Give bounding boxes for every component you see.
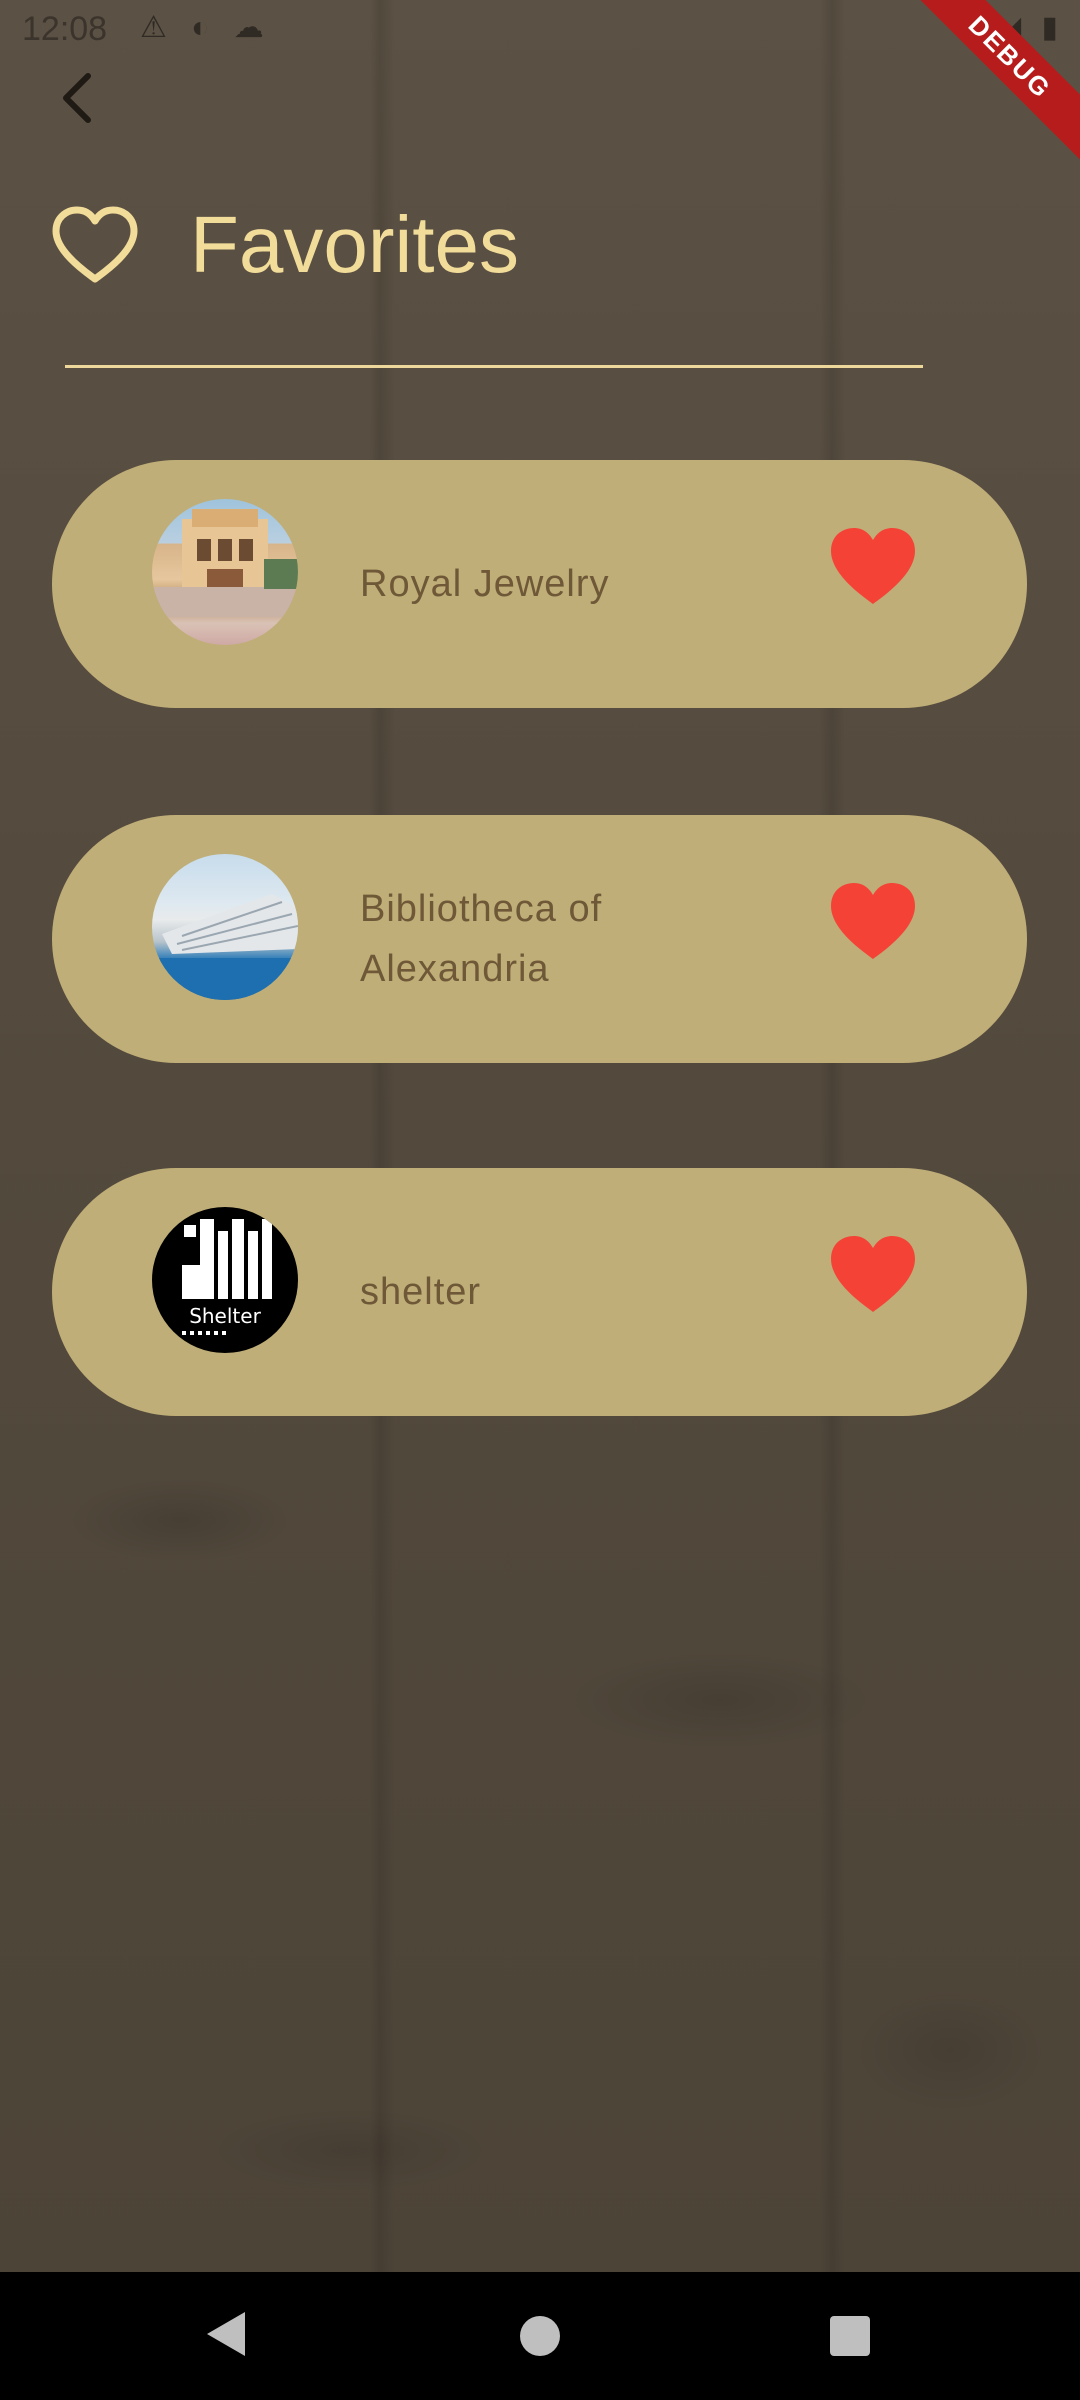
heart-filled-icon[interactable]	[827, 879, 919, 963]
favorite-card[interactable]: Shelter shelter	[52, 1168, 1027, 1416]
status-time: 12:08	[22, 10, 108, 48]
heart-outline-icon	[52, 206, 138, 283]
status-left-icons: ⚠ ◐ ☁	[140, 10, 272, 45]
heart-filled-icon[interactable]	[827, 524, 919, 608]
nav-home-icon[interactable]	[520, 2316, 560, 2356]
bibliotheca-image	[152, 854, 298, 1000]
back-button[interactable]	[52, 64, 104, 132]
hieroglyph-background	[0, 0, 1080, 2272]
favorite-name: shelter	[360, 1271, 482, 1313]
favorite-name: Bibliotheca of Alexandria	[360, 888, 603, 990]
header-divider	[65, 365, 923, 368]
system-navigation-bar	[0, 2272, 1080, 2400]
favorite-name: Royal Jewelry	[360, 563, 610, 605]
cloud-icon: ☁	[233, 11, 272, 44]
nav-recents-icon[interactable]	[830, 2316, 870, 2356]
nav-back-icon[interactable]	[205, 2310, 247, 2358]
heart-filled-icon[interactable]	[827, 1232, 919, 1316]
favorite-card[interactable]: Bibliotheca of Alexandria	[52, 815, 1027, 1063]
battery-icon: ▮	[1041, 11, 1064, 44]
favorite-card[interactable]: Royal Jewelry	[52, 460, 1027, 708]
warning-icon: ⚠	[140, 11, 175, 44]
page-header: Favorites	[50, 190, 519, 300]
chevron-left-icon	[63, 73, 91, 123]
vpn-icon: ◐	[191, 11, 218, 44]
shelter-logo-image: Shelter	[152, 1207, 298, 1353]
royal-jewelry-palace-image	[152, 499, 298, 645]
status-bar: 12:08 ⚠ ◐ ☁ ▼ ◢ ▮	[0, 0, 1080, 60]
page-title: Favorites	[190, 200, 519, 289]
shelter-logo-text: Shelter	[189, 1304, 261, 1328]
